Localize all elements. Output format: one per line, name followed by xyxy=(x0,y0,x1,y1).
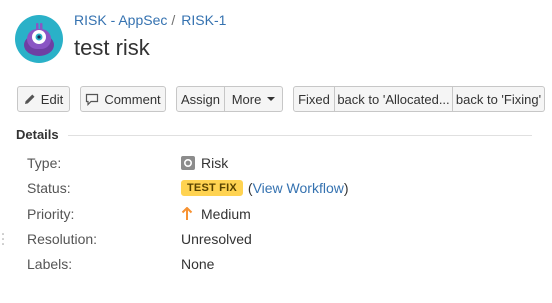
arrow-up-icon xyxy=(181,207,193,220)
details-divider xyxy=(68,135,532,136)
comment-button[interactable]: Comment xyxy=(80,86,166,112)
type-label: Type: xyxy=(27,155,62,171)
back-to-fixing-label: back to 'Fixing' xyxy=(455,91,542,107)
speech-bubble-icon xyxy=(86,93,99,106)
chevron-down-icon xyxy=(267,97,276,101)
edit-button[interactable]: Edit xyxy=(17,86,70,112)
assign-button-label: Assign xyxy=(180,91,221,107)
more-button[interactable]: More xyxy=(225,86,283,112)
back-to-allocated-button[interactable]: back to 'Allocated... xyxy=(335,86,453,112)
status-close-paren: ) xyxy=(343,180,349,196)
labels-value[interactable]: None xyxy=(181,256,214,272)
breadcrumb: RISK - AppSec / RISK-1 xyxy=(74,12,226,28)
workflow-transitions-group: Fixed back to 'Allocated... back to 'Fix… xyxy=(293,86,545,112)
assign-more-group: Assign More xyxy=(176,86,283,112)
breadcrumb-separator: / xyxy=(171,12,176,28)
monster-avatar-icon xyxy=(15,15,63,63)
fixed-transition-label: Fixed xyxy=(298,91,330,107)
breadcrumb-project-link[interactable]: RISK - AppSec xyxy=(74,12,167,28)
fixed-transition-button[interactable]: Fixed xyxy=(293,86,335,112)
priority-label: Priority: xyxy=(27,206,75,222)
more-button-label: More xyxy=(231,91,262,107)
type-value: Risk xyxy=(181,155,228,171)
status-value: TEST FIX (View Workflow) xyxy=(181,180,349,196)
status-badge: TEST FIX xyxy=(181,180,243,196)
view-workflow-link[interactable]: View Workflow xyxy=(253,180,344,196)
status-label: Status: xyxy=(27,180,71,196)
project-avatar[interactable] xyxy=(15,15,63,63)
type-value-text: Risk xyxy=(201,155,229,171)
drag-handle-icon[interactable] xyxy=(2,232,4,246)
details-heading: Details xyxy=(16,127,59,142)
pencil-icon xyxy=(24,94,35,104)
edit-button-label: Edit xyxy=(40,91,64,107)
breadcrumb-issue-key-link[interactable]: RISK-1 xyxy=(181,12,226,28)
back-to-fixing-button[interactable]: back to 'Fixing' xyxy=(453,86,545,112)
issue-title[interactable]: test risk xyxy=(74,35,150,61)
priority-value: Medium xyxy=(181,206,251,222)
resolution-value: Unresolved xyxy=(181,231,252,247)
labels-label: Labels: xyxy=(27,256,73,272)
back-to-allocated-label: back to 'Allocated... xyxy=(337,91,450,107)
comment-button-label: Comment xyxy=(104,91,161,107)
priority-value-text: Medium xyxy=(201,206,251,222)
resolution-label: Resolution: xyxy=(27,231,98,247)
risk-type-icon xyxy=(181,156,195,170)
assign-button[interactable]: Assign xyxy=(176,86,225,112)
